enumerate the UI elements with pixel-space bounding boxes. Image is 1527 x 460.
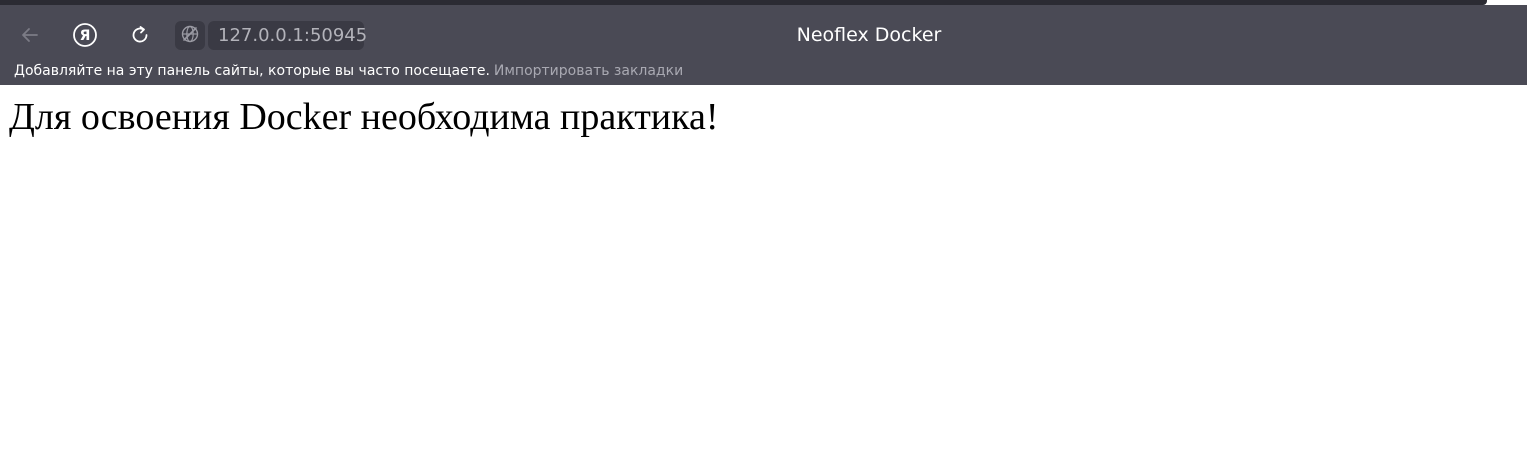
bookmarks-hint-text: Добавляйте на эту панель сайты, которые … [14, 63, 490, 79]
back-button[interactable] [13, 18, 47, 52]
page-heading: Для освоения Docker необходима практика! [9, 96, 719, 138]
reload-icon [129, 24, 151, 46]
site-info-button[interactable] [175, 21, 205, 50]
yandex-button[interactable]: Я [68, 18, 102, 52]
page-content: Для освоения Docker необходима практика! [0, 85, 1527, 460]
svg-text:Я: Я [80, 28, 91, 44]
globe-slashed-icon [180, 24, 200, 48]
import-bookmarks-link[interactable]: Импортировать закладки [494, 63, 683, 79]
browser-toolbar: Я 127.0.0.1:50945 Neoflex Docker [0, 5, 1527, 57]
yandex-logo-icon: Я [72, 22, 98, 48]
address-bar[interactable]: 127.0.0.1:50945 [208, 21, 368, 50]
address-text: 127.0.0.1:50945 [218, 25, 368, 46]
arrow-left-icon [20, 25, 40, 45]
reload-button[interactable] [123, 18, 157, 52]
bookmarks-bar: Добавляйте на эту панель сайты, которые … [0, 57, 1527, 85]
